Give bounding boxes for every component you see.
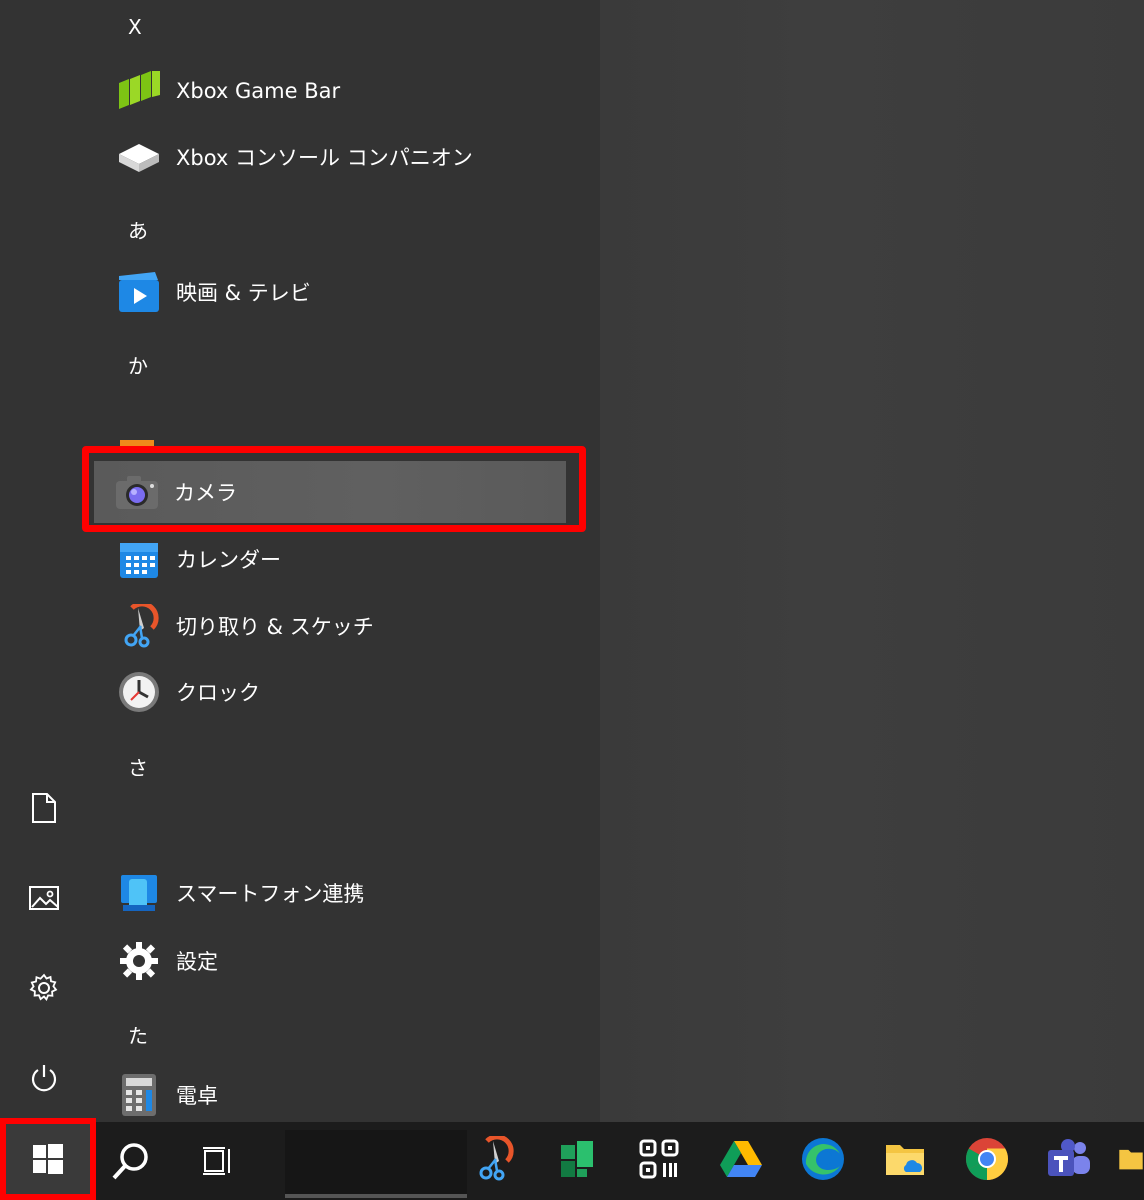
group-letter-ta[interactable]: た <box>128 1020 168 1049</box>
calculator-icon <box>116 1072 162 1118</box>
snip-sketch-icon[interactable] <box>465 1130 523 1188</box>
pictures-icon[interactable] <box>18 872 70 924</box>
app-label: スマートフォン連携 <box>176 882 365 906</box>
app-label: 電卓 <box>176 1084 218 1108</box>
folder-icon[interactable] <box>1118 1130 1144 1188</box>
clock-icon <box>116 669 162 715</box>
group-letter-a[interactable]: あ <box>128 215 168 244</box>
edge-icon[interactable] <box>794 1130 852 1188</box>
start-menu: X Xbox Game Bar Xbox コンソール コンパニオン あ 映画 &… <box>0 0 600 1122</box>
teams-icon[interactable] <box>1040 1130 1098 1188</box>
app-settings[interactable]: 設定 <box>108 930 568 992</box>
app-xbox-console-companion[interactable]: Xbox コンソール コンパニオン <box>108 126 568 188</box>
app-clock[interactable]: クロック <box>108 661 568 723</box>
taskbar-underline <box>285 1194 467 1198</box>
group-letter-ka[interactable]: か <box>128 350 168 379</box>
app-label: カレンダー <box>176 548 281 572</box>
app-label: クロック <box>176 681 260 705</box>
app-snip-sketch[interactable]: 切り取り & スケッチ <box>108 595 568 657</box>
camera-highlight-box <box>82 446 586 532</box>
file-explorer-icon[interactable] <box>876 1130 934 1188</box>
app-label: 切り取り & スケッチ <box>176 615 374 639</box>
xbox-game-bar-icon <box>116 68 162 114</box>
app-phone-link[interactable]: スマートフォン連携 <box>108 862 568 924</box>
app-label: 映画 & テレビ <box>176 281 311 305</box>
group-letter-x[interactable]: X <box>128 15 168 39</box>
google-drive-icon[interactable] <box>712 1130 770 1188</box>
group-letter-sa[interactable]: さ <box>128 752 168 781</box>
settings-icon[interactable] <box>18 962 70 1014</box>
app-calculator[interactable]: 電卓 <box>108 1064 568 1126</box>
app-label: 設定 <box>176 950 218 974</box>
search-icon[interactable] <box>102 1132 160 1190</box>
task-view-icon[interactable] <box>190 1132 248 1190</box>
app-label: Xbox コンソール コンパニオン <box>176 146 473 170</box>
phone-link-icon <box>116 870 162 916</box>
settings-gear-icon <box>116 938 162 984</box>
windows-start-icon[interactable] <box>0 1118 96 1200</box>
app-calendar[interactable]: カレンダー <box>108 528 568 590</box>
desktop-background <box>600 0 1144 1122</box>
app-label: Xbox Game Bar <box>176 79 341 103</box>
chrome-icon[interactable] <box>958 1130 1016 1188</box>
planner-icon[interactable] <box>548 1130 606 1188</box>
movies-tv-icon <box>116 269 162 315</box>
document-icon[interactable] <box>18 782 70 834</box>
taskbar-spacer <box>285 1130 467 1194</box>
xbox-console-icon <box>116 134 162 180</box>
qr-scanner-icon[interactable] <box>630 1130 688 1188</box>
start-menu-rail <box>0 0 88 1122</box>
calendar-icon <box>116 536 162 582</box>
snip-sketch-icon <box>116 603 162 649</box>
app-xbox-game-bar[interactable]: Xbox Game Bar <box>108 60 568 122</box>
power-icon[interactable] <box>18 1052 70 1104</box>
app-movies-tv[interactable]: 映画 & テレビ <box>108 261 568 323</box>
